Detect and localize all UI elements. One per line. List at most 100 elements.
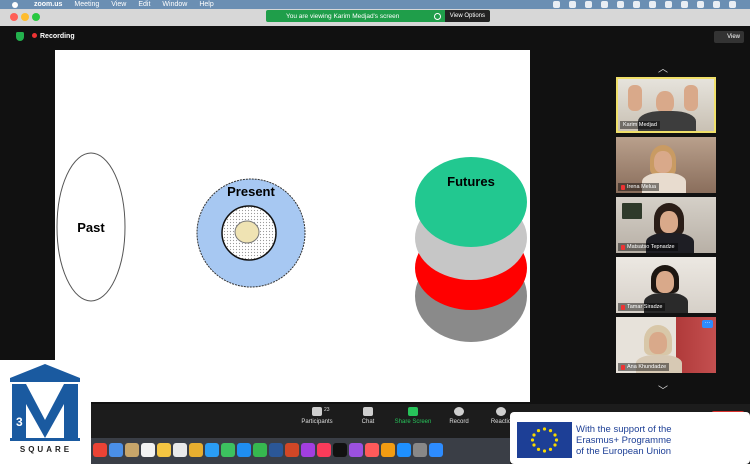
- gallery-down-icon[interactable]: ﹀: [658, 382, 668, 397]
- participant-tile[interactable]: ··· Ana Khundadze: [616, 317, 716, 373]
- share-screen-label: Share Screen: [394, 419, 432, 425]
- status-tray: [553, 1, 736, 8]
- mail-icon[interactable]: [109, 443, 123, 457]
- minimize-window-icon[interactable]: [21, 13, 29, 21]
- apple-icon[interactable]: [12, 1, 18, 8]
- participant-name-text: Matsatso Tepnadze: [627, 244, 675, 250]
- books-icon[interactable]: [381, 443, 395, 457]
- recording-indicator[interactable]: Recording: [32, 33, 75, 40]
- shared-slide: Past Present Futures: [55, 50, 530, 402]
- participant-tile[interactable]: Matsatso Tepnadze: [616, 197, 716, 253]
- view-options-button[interactable]: View Options: [444, 10, 490, 22]
- app-store-icon[interactable]: [397, 443, 411, 457]
- record-button[interactable]: Record: [436, 407, 482, 425]
- siri-icon[interactable]: [729, 1, 736, 8]
- dock-apps: [93, 443, 443, 457]
- share-status-icon: [433, 12, 441, 20]
- tray-icon[interactable]: [553, 1, 560, 8]
- dropbox-icon[interactable]: [205, 443, 219, 457]
- tray-icon[interactable]: [649, 1, 656, 8]
- participants-icon: [312, 407, 322, 416]
- muted-mic-icon: [621, 304, 625, 310]
- share-screen-button[interactable]: Share Screen: [390, 407, 436, 425]
- tray-icon[interactable]: [569, 1, 576, 8]
- notes-icon[interactable]: [157, 443, 171, 457]
- zoom-window-icon[interactable]: [32, 13, 40, 21]
- macos-menu-bar: zoom.us Meeting View Edit Window Help: [0, 0, 750, 9]
- eu-line-1: With the support of the: [576, 424, 672, 435]
- zoom-icon[interactable]: [429, 443, 443, 457]
- menu-meeting[interactable]: Meeting: [74, 1, 99, 8]
- tray-icon[interactable]: [617, 1, 624, 8]
- facetime-icon[interactable]: [253, 443, 267, 457]
- chat-label: Chat: [361, 419, 375, 425]
- participant-tile[interactable]: Karim Medjad: [616, 77, 716, 133]
- tray-icon[interactable]: [601, 1, 608, 8]
- past-label: Past: [77, 220, 105, 235]
- banner-text: You are viewing Karim Medjad's screen: [286, 12, 400, 20]
- recording-dot-icon: [32, 33, 37, 38]
- more-options-icon[interactable]: ···: [702, 320, 713, 328]
- participants-count: 23: [324, 407, 330, 413]
- reactions-label: Reactio: [490, 419, 512, 425]
- music-icon[interactable]: [317, 443, 331, 457]
- record-label: Record: [449, 419, 469, 425]
- news-icon[interactable]: [365, 443, 379, 457]
- system-preferences-icon[interactable]: [413, 443, 427, 457]
- word-icon[interactable]: [269, 443, 283, 457]
- participant-name: Ana Khundadze: [618, 363, 670, 371]
- participant-name: Tamar Siradze: [618, 303, 666, 311]
- tray-icon[interactable]: [665, 1, 672, 8]
- menu-edit[interactable]: Edit: [138, 1, 150, 8]
- participant-name: Matsatso Tepnadze: [618, 243, 678, 251]
- participants-label: Participants: [301, 419, 333, 425]
- reminders-icon[interactable]: [173, 443, 187, 457]
- skype-icon[interactable]: [237, 443, 251, 457]
- recording-label: Recording: [40, 33, 75, 40]
- close-window-icon[interactable]: [10, 13, 18, 21]
- reactions-icon: [496, 407, 506, 416]
- m3-square-logo: 3 SQUARE: [0, 360, 91, 464]
- eu-line-3: of the European Union: [576, 446, 672, 457]
- tv-icon[interactable]: [333, 443, 347, 457]
- participant-tile[interactable]: Tamar Siradze: [616, 257, 716, 313]
- participants-button[interactable]: 23 Participants: [294, 407, 340, 425]
- participant-name: Karim Medjad: [620, 121, 660, 129]
- tray-icon[interactable]: [633, 1, 640, 8]
- onenote-icon[interactable]: [301, 443, 315, 457]
- share-screen-icon: [408, 407, 418, 416]
- search-icon[interactable]: [697, 1, 704, 8]
- chrome-icon[interactable]: [93, 443, 107, 457]
- powerpoint-icon[interactable]: [285, 443, 299, 457]
- window-title-bar: You are viewing Karim Medjad's screen Vi…: [0, 9, 750, 26]
- eu-flag-icon: [517, 422, 572, 458]
- control-center-icon[interactable]: [713, 1, 720, 8]
- meeting-area: Recording View Past Present Futures ︿ Ka…: [0, 26, 750, 404]
- menu-window[interactable]: Window: [162, 1, 187, 8]
- participant-face: [656, 91, 674, 113]
- tray-icon[interactable]: [585, 1, 592, 8]
- messages-icon[interactable]: [221, 443, 235, 457]
- participant-tile[interactable]: Irena Melua: [616, 137, 716, 193]
- menu-view[interactable]: View: [111, 1, 126, 8]
- menu-zoom[interactable]: zoom.us: [34, 1, 62, 8]
- square-text: SQUARE: [19, 445, 73, 454]
- gallery-up-icon[interactable]: ︿: [658, 60, 668, 75]
- podcasts-icon[interactable]: [349, 443, 363, 457]
- participant-name-text: Ana Khundadze: [627, 364, 667, 370]
- view-button[interactable]: View: [714, 31, 744, 43]
- participant-arm: [684, 85, 698, 111]
- record-icon: [454, 407, 464, 416]
- menu-help[interactable]: Help: [199, 1, 213, 8]
- chat-button[interactable]: Chat: [345, 407, 391, 425]
- security-shield-icon[interactable]: [16, 32, 24, 41]
- calendar-icon[interactable]: [141, 443, 155, 457]
- wifi-icon[interactable]: [681, 1, 688, 8]
- photos-icon[interactable]: [189, 443, 203, 457]
- contacts-icon[interactable]: [125, 443, 139, 457]
- present-inner-circle: [234, 220, 260, 244]
- muted-mic-icon: [621, 184, 625, 190]
- macos-dock: [90, 438, 510, 464]
- muted-mic-icon: [621, 244, 625, 250]
- muted-mic-icon: [621, 364, 625, 370]
